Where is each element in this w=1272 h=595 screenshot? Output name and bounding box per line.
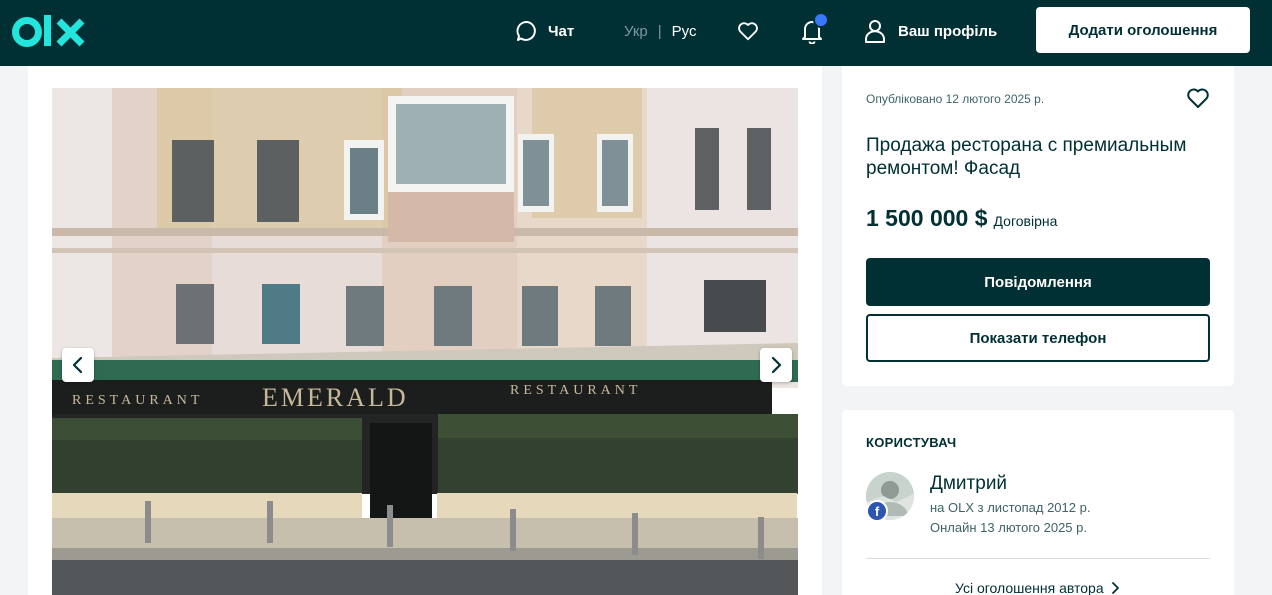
show-phone-button[interactable]: Показати телефон (866, 314, 1210, 362)
user-heading: КОРИСТУВАЧ (866, 435, 957, 450)
gallery-next-button[interactable] (760, 348, 792, 382)
chevron-right-icon (771, 356, 782, 374)
heart-icon[interactable] (737, 20, 759, 42)
chevron-right-icon (1111, 582, 1119, 594)
olx-logo[interactable] (12, 12, 88, 52)
top-header: Чат Укр | Рус Ваш профіль Додати оголоше… (0, 0, 1272, 66)
chevron-left-icon (72, 356, 83, 374)
chat-label: Чат (548, 22, 575, 40)
lang-separator: | (657, 22, 662, 40)
all-author-ads-link[interactable]: Усі оголошення автора (955, 580, 1120, 595)
sign-left-text: RESTAURANT (72, 393, 203, 408)
profile-link[interactable]: Ваш профіль (864, 18, 997, 44)
notification-badge (813, 12, 829, 28)
profile-label: Ваш профіль (898, 22, 998, 40)
lang-uk-link[interactable]: Укр (624, 23, 648, 40)
user-online-status: Онлайн 13 лютого 2025 р. (930, 520, 1087, 535)
heart-icon[interactable] (1186, 87, 1210, 109)
user-name[interactable]: Дмитрий (930, 473, 1007, 495)
user-since: на OLX з листопад 2012 р. (930, 500, 1091, 515)
sign-center-text: EMERALD (262, 383, 409, 412)
facebook-icon: f (866, 500, 888, 522)
divider (866, 558, 1210, 559)
message-button[interactable]: Повідомлення (866, 258, 1210, 306)
sign-right-text: RESTAURANT (510, 383, 641, 398)
published-date: Опубліковано 12 лютого 2025 р. (866, 92, 1045, 106)
add-ad-button[interactable]: Додати оголошення (1036, 7, 1250, 53)
lang-ru-link[interactable]: Рус (672, 23, 697, 40)
ad-title: Продажа ресторана с премиальным ремонтом… (866, 135, 1187, 179)
ad-price: 1 500 000 $ (866, 205, 988, 231)
negotiable-label: Договірна (993, 213, 1058, 229)
chat-link[interactable]: Чат (516, 19, 574, 43)
gallery-prev-button[interactable] (62, 348, 94, 382)
listing-photo[interactable]: RESTAURANT EMERALD RESTAURANT (52, 88, 798, 595)
language-switcher: Укр | Рус (624, 20, 697, 42)
price-row: 1 500 000 $ Договірна (866, 205, 1057, 232)
restaurant-facade-image: RESTAURANT EMERALD RESTAURANT (52, 88, 798, 595)
user-icon (865, 20, 885, 43)
chat-bubble-icon (516, 21, 536, 41)
all-ads-label: Усі оголошення автора (955, 580, 1104, 595)
